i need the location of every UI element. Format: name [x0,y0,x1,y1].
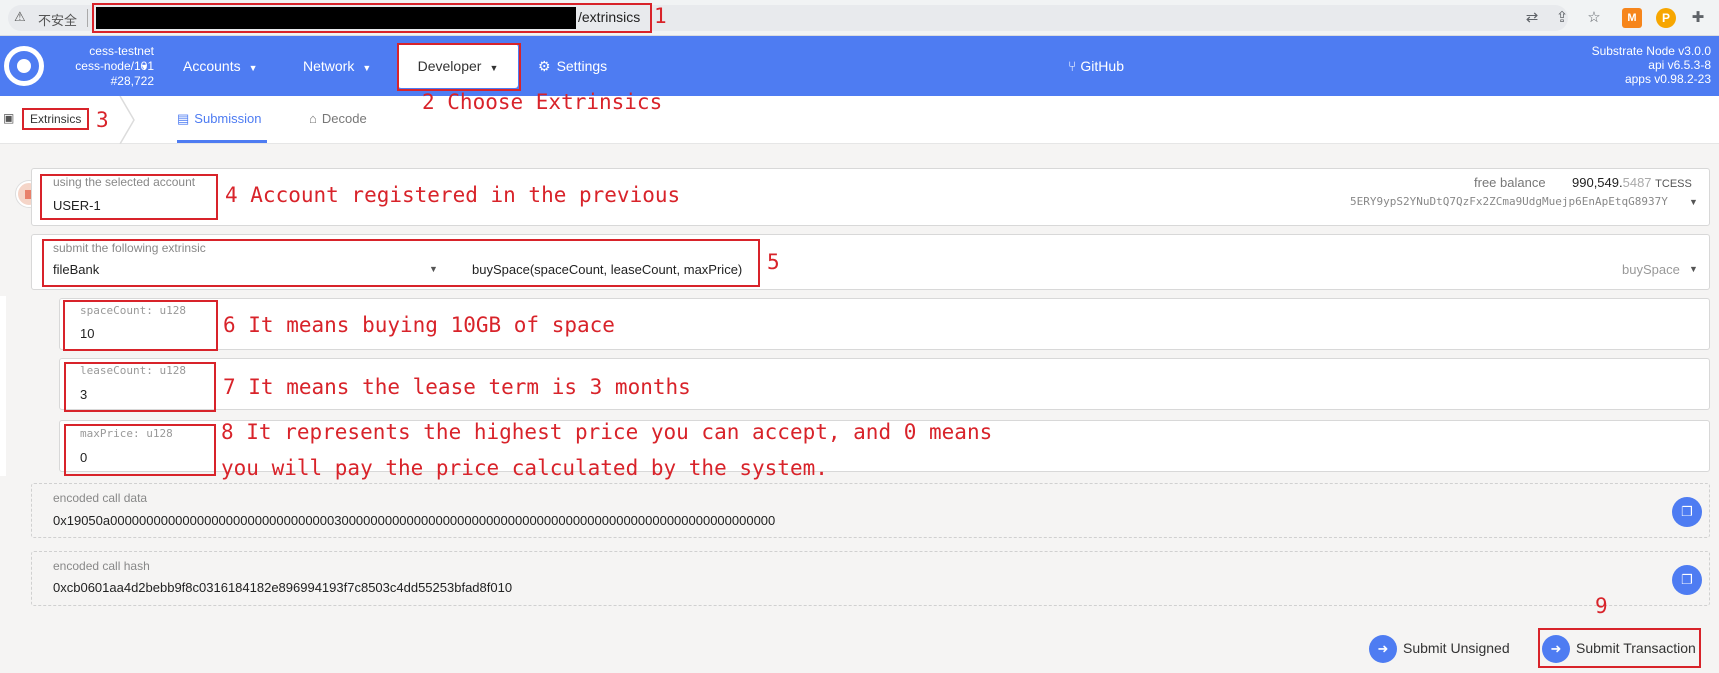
encoded-call-hash-label: encoded call hash [53,559,150,573]
section-extrinsics[interactable]: Extrinsics [22,108,90,130]
annotation-3: 3 [96,108,109,132]
submission-icon: ▤ [177,111,190,126]
polkadot-extension-icon[interactable]: P [1656,8,1676,28]
encoded-call-hash-value[interactable]: 0xcb0601aa4d2bebb9f8c0316184182e89699419… [53,580,512,595]
annotation-4: 4 Account registered in the previous [225,183,681,207]
annotation-5: 5 [767,250,780,274]
annotation-box-lease-count [64,362,216,412]
branch-icon: ⑂ [1068,58,1077,74]
encoded-call-data-value[interactable]: 0x19050a00000000000000000000000000000003… [53,513,775,528]
block-number: #28,722 [110,74,154,88]
annotation-box-space-count [63,300,218,351]
annotation-box-max-price [64,424,216,476]
annotation-box-1 [92,3,652,33]
metamask-extension-icon[interactable]: M [1622,8,1642,28]
node-info: Substrate Node v3.0.0 api v6.5.3-8 apps … [1592,44,1711,86]
submit-unsigned-button[interactable]: ➜ Submit Unsigned [1369,633,1510,664]
tab-decode-label: Decode [321,111,367,126]
encoded-call-hash: encoded call hash 0xcb0601aa4d2bebb9f8c0… [31,551,1710,606]
annotation-box-submit [1538,628,1701,668]
chain-name: cess-testnet [89,44,154,58]
extrinsics-section-icon: ▣ [3,111,15,125]
annotation-box-developer [397,43,521,91]
copy-icon[interactable]: ❐ [1672,497,1702,527]
nav-github-label: GitHub [1080,58,1124,74]
annotation-8-line1: 8 It represents the highest price you ca… [221,420,993,444]
nav-accounts-label: Accounts [183,58,241,74]
annotation-box-account [40,174,218,220]
chevron-down-icon[interactable]: ▼ [1689,197,1698,207]
star-icon[interactable]: ☆ [1584,8,1604,28]
nav-github[interactable]: ⑂ GitHub [1068,58,1124,74]
nav-settings-label: Settings [556,58,608,74]
insecure-label[interactable]: 不安全 [38,10,77,29]
chevron-down-icon: ▼ [248,63,258,73]
annotation-6: 6 It means buying 10GB of space [223,313,615,337]
annotation-7: 7 It means the lease term is 3 months [223,375,691,399]
translate-icon[interactable]: ⇄ [1522,8,1542,28]
tab-submission-label: Submission [194,111,262,126]
gear-icon: ⚙ [538,58,551,74]
apps-version: apps v0.98.2-23 [1624,72,1711,86]
encoded-call-data-label: encoded call data [53,491,148,505]
balance-fraction: 5487 [1622,175,1652,190]
app-header: cess-testnet cess-node/101 #28,722 ▼ Acc… [0,36,1719,96]
nav-network-label: Network [303,58,355,74]
nav-settings[interactable]: ⚙ Settings [538,58,607,75]
balance-integer: 990,549. [1572,175,1623,190]
sign-in-icon: ➜ [1369,635,1397,664]
share-icon[interactable]: ⇪ [1552,8,1572,28]
copy-icon[interactable]: ❐ [1672,565,1702,595]
chevron-down-icon[interactable]: ▼ [140,62,149,72]
url-separator [87,9,88,27]
submit-unsigned-label: Submit Unsigned [1403,640,1510,656]
breadcrumb-arrow-icon [119,96,135,144]
account-address: 5ERY9ypS2YNuDtQ7QzFx2ZCma9UdgMuejp6EnApE… [1350,195,1668,208]
annotation-9: 9 [1595,594,1608,618]
annotation-1: 1 [654,4,667,28]
active-tab-indicator [177,140,267,143]
node-name: cess-node/101 [75,59,154,73]
decode-icon: ⌂ [309,111,317,126]
node-version: Substrate Node v3.0.0 [1591,44,1711,58]
chevron-down-icon: ▼ [362,63,372,73]
annotation-2: 2 Choose Extrinsics [422,90,663,114]
sub-navigation: ▣ Extrinsics ▤ Submission ⌂ Decode [0,96,1719,144]
chevron-down-icon[interactable]: ▼ [1689,264,1698,274]
annotation-8-line2: you will pay the price calculated by the… [221,456,828,480]
chain-selector[interactable]: cess-testnet cess-node/101 #28,722 [52,44,154,89]
extensions-puzzle-icon[interactable]: ✚ [1688,8,1708,28]
encoded-call-data: encoded call data 0x19050a00000000000000… [31,483,1710,538]
params-gutter [0,296,6,476]
warning-icon[interactable]: ⚠ [14,9,26,25]
annotation-box-extrinsic [42,239,760,287]
nav-accounts[interactable]: Accounts ▼ [183,58,258,74]
tab-submission[interactable]: ▤ Submission [177,111,262,127]
tab-decode[interactable]: ⌂ Decode [309,111,367,126]
api-version: api v6.5.3-8 [1648,58,1711,72]
polkadot-js-logo-icon[interactable] [4,46,44,86]
nav-network[interactable]: Network ▼ [303,58,371,74]
balance-unit: TCESS [1655,178,1692,190]
free-balance-value: 990,549.5487 TCESS [1572,175,1692,190]
method-select[interactable]: buySpace [1622,262,1680,277]
free-balance-label: free balance [1474,175,1546,190]
